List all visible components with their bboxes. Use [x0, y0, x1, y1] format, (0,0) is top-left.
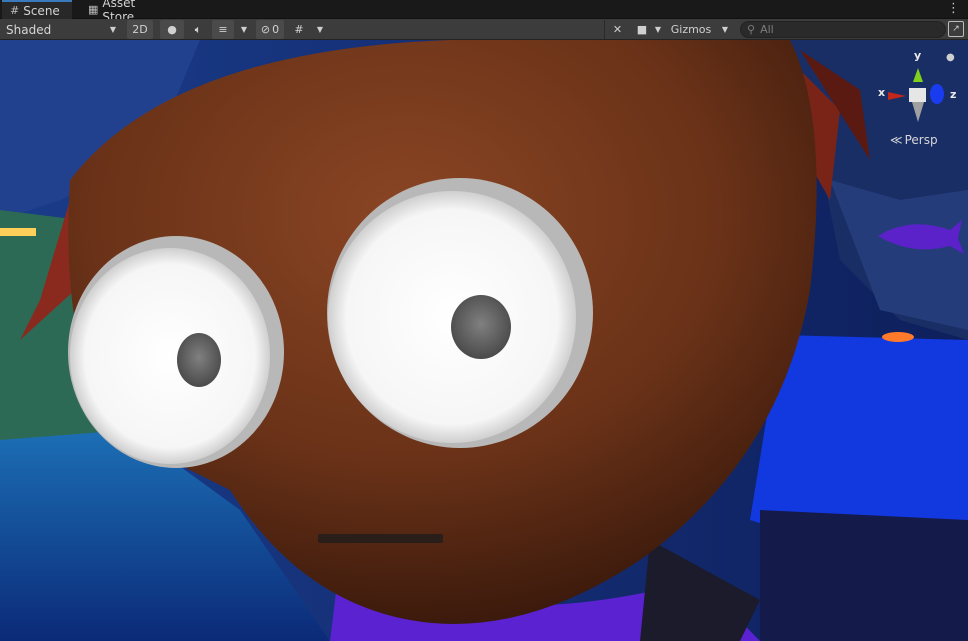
chevron-down-icon: ▼	[240, 25, 248, 34]
window-tab-bar: # Scene ▦ Asset Store ⋮	[0, 0, 968, 24]
grid-icon: #	[294, 23, 304, 36]
camera-button[interactable]: ■	[632, 20, 652, 39]
gizmo-x-label: x	[878, 86, 886, 99]
scene-viewport[interactable]: y x z ● ≪ Persp	[0, 40, 968, 641]
chevron-down-icon: ▼	[654, 25, 662, 34]
tab-asset-store[interactable]: ▦ Asset Store	[80, 0, 176, 24]
draw-mode-dropdown[interactable]: Shaded ▼	[2, 20, 120, 39]
toggle-2d-button[interactable]: 2D	[127, 20, 153, 39]
grid-dropdown[interactable]: ▼	[312, 20, 328, 39]
lock-icon[interactable]: ●	[946, 52, 955, 63]
tools-button[interactable]: ✕	[604, 20, 630, 39]
persp-chevron-icon: ≪	[890, 133, 903, 147]
camera-icon: ■	[636, 23, 648, 36]
gizmo-y-label: y	[914, 49, 922, 62]
z-axis-cone[interactable]	[930, 84, 944, 104]
left-eye	[70, 248, 270, 464]
toggle-2d-label: 2D	[132, 23, 148, 36]
effects-dropdown[interactable]: ▼	[236, 20, 252, 39]
left-pupil	[177, 333, 221, 387]
hidden-objects-toggle[interactable]: ⊘ 0	[256, 20, 284, 39]
grid-icon: #	[10, 4, 20, 17]
hidden-count: 0	[272, 23, 280, 36]
orange-object	[882, 332, 914, 342]
tab-scene[interactable]: # Scene	[2, 0, 72, 19]
tab-scene-label: Scene	[23, 3, 60, 18]
gizmos-dropdown[interactable]: ▼	[716, 20, 734, 39]
grid-toggle[interactable]: #	[288, 20, 310, 39]
camera-dropdown[interactable]: ▼	[652, 20, 664, 39]
scene-toolbar: Shaded ▼ 2D ● 🔈︎ ≡ ▼ ⊘ 0 # ▼ ✕ ■ ▼ Gizmo…	[0, 19, 968, 40]
chevron-down-icon: ▼	[316, 25, 324, 34]
effects-toggle[interactable]: ≡	[212, 20, 234, 39]
lighting-toggle[interactable]: ●	[160, 20, 184, 39]
gizmos-button[interactable]: Gizmos	[666, 20, 716, 39]
lightbulb-icon: ●	[167, 23, 177, 36]
right-eye	[328, 191, 576, 443]
glowing-light	[0, 228, 36, 236]
kebab-menu-icon[interactable]: ⋮	[947, 1, 960, 16]
eye-slash-icon: ⊘	[260, 23, 271, 36]
speaker-icon: 🔈︎	[194, 22, 202, 36]
mouth	[318, 534, 443, 543]
right-pupil	[451, 295, 511, 359]
audio-toggle[interactable]: 🔈︎	[186, 20, 210, 39]
projection-toggle[interactable]: ≪ Persp	[890, 133, 938, 147]
gizmo-z-label: z	[950, 88, 957, 101]
search-icon: ⚲	[747, 23, 756, 36]
projection-label: Persp	[904, 133, 938, 147]
layers-icon: ≡	[218, 23, 228, 36]
tools-icon: ✕	[612, 23, 623, 36]
search-placeholder: All	[760, 23, 774, 36]
chevron-down-icon: ▼	[109, 25, 116, 34]
shadow-floor	[760, 510, 968, 641]
gizmos-label: Gizmos	[670, 23, 712, 36]
draw-mode-value: Shaded	[6, 22, 52, 37]
bag-icon: ▦	[88, 3, 99, 16]
scene-render	[0, 40, 968, 641]
maximize-icon[interactable]: ↗	[948, 21, 964, 37]
gizmo-center-cube[interactable]	[909, 88, 926, 102]
search-field[interactable]: ⚲ All	[740, 21, 946, 38]
chevron-down-icon: ▼	[721, 25, 729, 34]
